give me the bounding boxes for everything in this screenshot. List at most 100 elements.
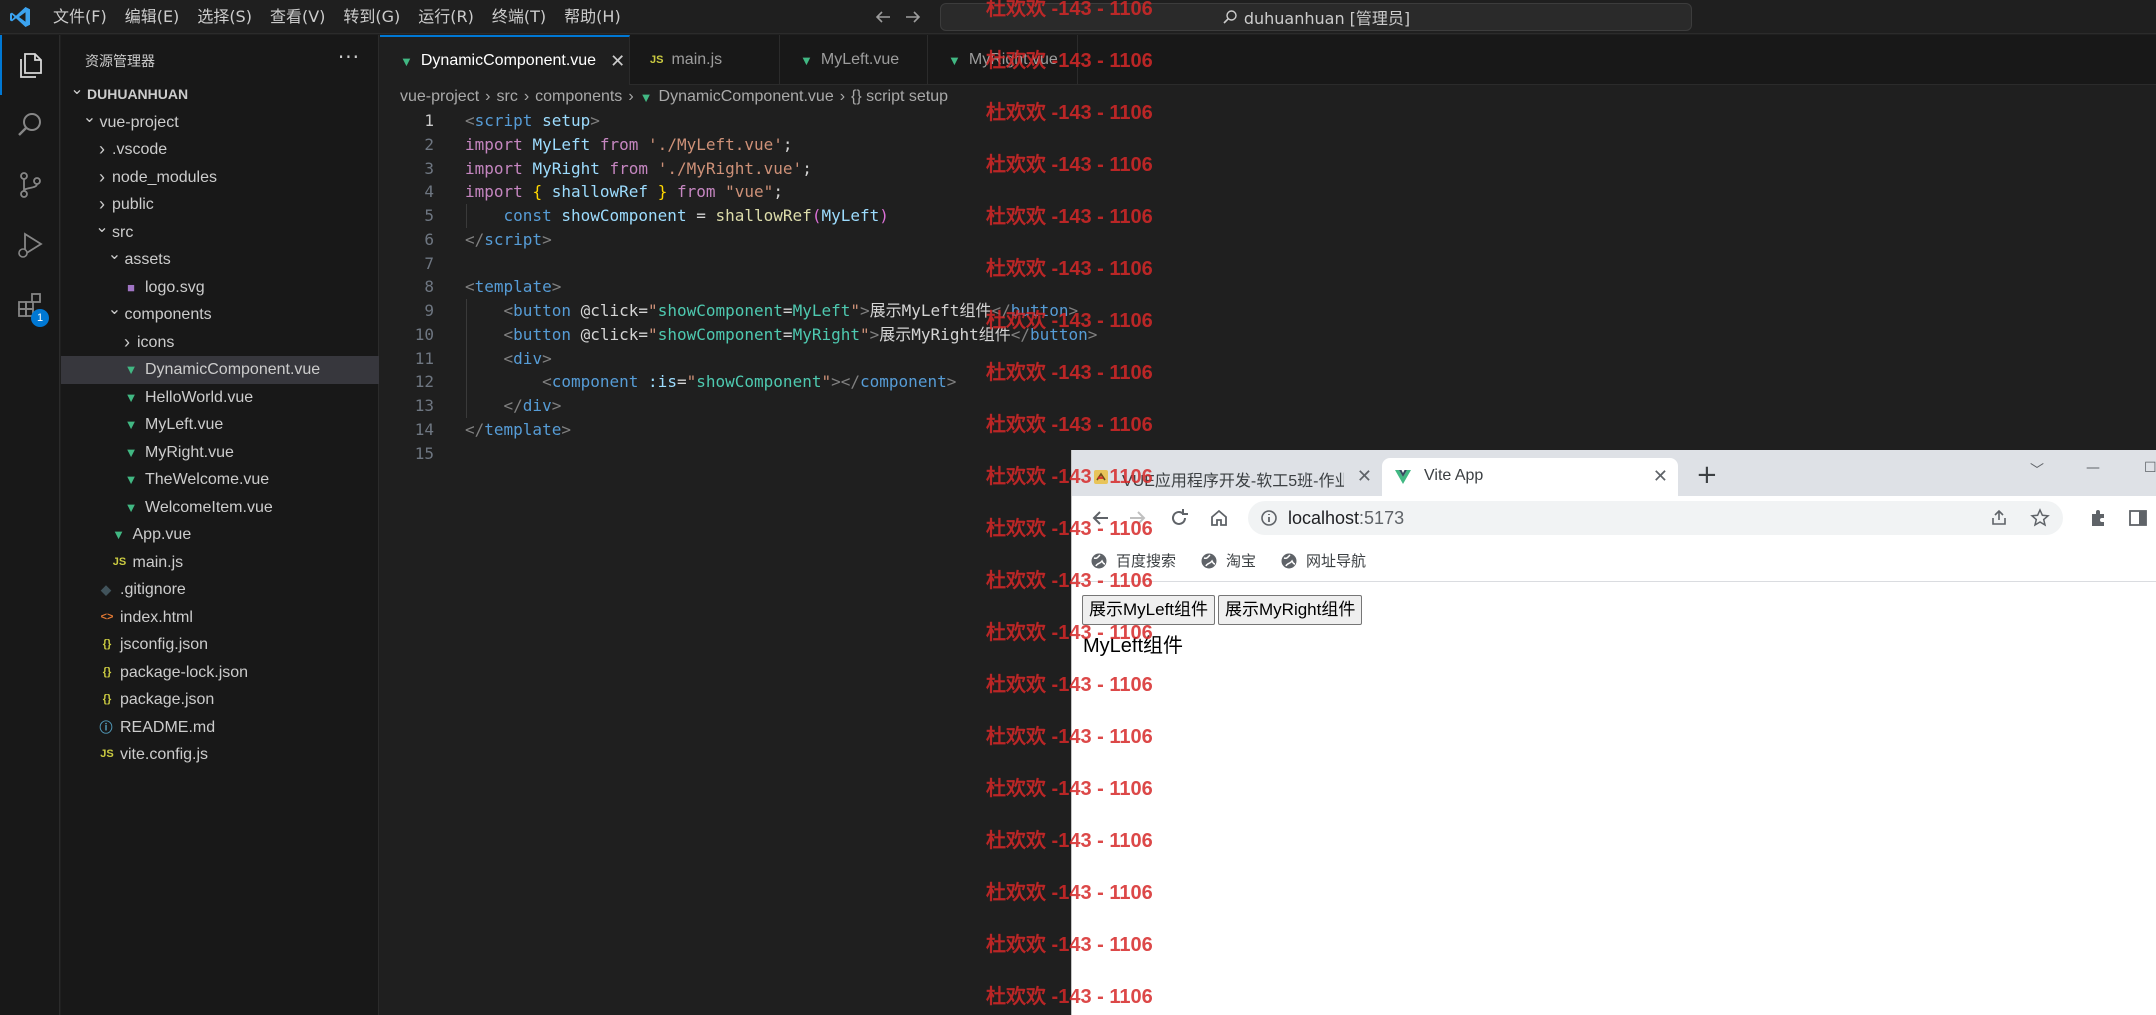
tree-item-welcomeitem-vue[interactable]: ▼ WelcomeItem.vue [61,494,379,522]
menu-item[interactable]: 文件(F) [44,0,116,34]
line-source: <component :is="showComponent"></compone… [542,372,957,392]
bookmark-1[interactable]: 淘宝 [1200,550,1256,571]
share-icon[interactable] [1990,509,2008,527]
maximize-icon[interactable]: ☐ [2144,460,2156,476]
extensions-icon[interactable]: 1 [0,275,60,335]
tree-item-index-html[interactable]: <> index.html [61,604,379,632]
menu-item[interactable]: 终端(T) [483,0,555,34]
back-arrow-icon[interactable] [872,6,894,28]
indent-guide [466,370,467,394]
command-center-search[interactable]: duhuanhuan [管理员] [940,3,1692,31]
tree-item-label: HelloWorld.vue [145,388,254,406]
menu-item[interactable]: 选择(S) [188,0,261,34]
menu-item[interactable]: 帮助(H) [555,0,630,34]
tree-item-helloworld-vue[interactable]: ▼ HelloWorld.vue [61,384,379,412]
reload-icon[interactable] [1168,507,1190,529]
browser-tab-assignment[interactable]: VUE应用程序开发-软工5班-作业 ✕ [1080,458,1382,496]
tree-item-app-vue[interactable]: ▼ App.vue [61,521,379,549]
tab-label: main.js [671,51,723,68]
tab-myright-vue[interactable]: ▼ MyRight.vue [928,35,1078,85]
back-icon[interactable] [1090,507,1112,529]
vue-file-icon: ▼ [948,52,961,68]
tree-item-assets[interactable]: ⌄ assets [61,246,379,274]
chevron-right-icon: › [523,88,530,105]
chevron-right-icon: › [124,331,130,352]
menu-item[interactable]: 转到(G) [334,0,409,34]
extensions-puzzle-icon[interactable] [2088,508,2108,528]
line-source: <div> [503,348,552,368]
bookmark-2[interactable]: 网址导航 [1280,550,1366,571]
breadcrumb-file[interactable]: DynamicComponent.vue [659,88,834,106]
tree-item-node-modules[interactable]: › node_modules [61,164,379,192]
line-number: 11 [414,348,434,368]
tab-myleft-vue[interactable]: ▼ MyLeft.vue [780,35,928,85]
tab-dynamiccomponent-vue[interactable]: ▼ DynamicComponent.vue ✕ [380,35,630,85]
tree-item-gitignore[interactable]: ◆ .gitignore [61,576,379,604]
breadcrumb-src[interactable]: src [496,88,517,106]
vue-file-icon: ▼ [124,499,138,515]
tree-item-label: icons [137,333,175,351]
doc-icon [1092,468,1110,486]
line-number: 12 [414,372,434,392]
tree-item-package-lock-json[interactable]: {} package-lock.json [61,659,379,687]
tree-item-label: App.vue [132,526,192,543]
bookmark-0[interactable]: 百度搜索 [1090,550,1176,571]
browser-window: VUE应用程序开发-软工5班-作业 ✕ Vite App ✕ + ﹀ — ☐ loca… [1071,450,2156,1015]
file-tree: ⌄ DUHUANHUAN ⌄ vue-project › .vscode › node_mod… [61,81,379,769]
tree-item-label: vite.config.js [120,746,209,763]
tree-item-package-json[interactable]: {} package.json [61,686,379,714]
new-tab-button[interactable]: + [1696,462,1718,488]
tree-item-components[interactable]: ⌄ components [61,301,379,329]
breadcrumb-components[interactable]: components [535,88,622,106]
tree-item-duhuanhuan[interactable]: ⌄ DUHUANHUAN [61,81,379,109]
close-icon[interactable]: ✕ [1357,466,1372,487]
side-panel-icon[interactable] [2128,508,2148,528]
breadcrumb-project[interactable]: vue-project [400,88,479,106]
menu-item[interactable]: 查看(V) [261,0,334,34]
show-myright-button[interactable]: 展示MyRight组件 [1218,595,1363,625]
close-icon[interactable]: ✕ [1653,466,1668,487]
tree-item-thewelcome-vue[interactable]: ▼ TheWelcome.vue [61,466,379,494]
tree-item-dynamiccomponent-vue[interactable]: ▼ DynamicComponent.vue [61,356,379,384]
browser-tab-vite-app[interactable]: Vite App ✕ [1382,458,1678,496]
globe-icon [1091,553,1107,568]
source-control-icon[interactable] [0,155,60,215]
tree-item-myleft-vue[interactable]: ▼ MyLeft.vue [61,411,379,439]
tree-item-vite-config-js[interactable]: JS vite.config.js [61,741,379,769]
close-icon[interactable]: ✕ [610,51,625,72]
run-debug-icon[interactable] [0,215,60,275]
star-icon[interactable] [2030,508,2050,528]
tab-label: MyRight.vue [968,51,1058,68]
chevron-down-icon[interactable]: ﹀ [2030,460,2044,480]
forward-arrow-icon[interactable] [902,6,924,28]
menu-item[interactable]: 运行(R) [409,0,483,34]
tree-item-jsconfig-json[interactable]: {} jsconfig.json [61,631,379,659]
tree-item-label: DynamicComponent.vue [145,361,321,378]
forward-icon[interactable] [1126,507,1148,529]
show-myleft-button[interactable]: 展示MyLeft组件 [1082,595,1216,625]
info-icon[interactable] [1260,509,1278,527]
tree-item-icons[interactable]: › icons [61,329,379,357]
tree-item-vue-project[interactable]: ⌄ vue-project [61,109,379,137]
svg-file-icon: ■ [127,279,135,295]
tree-item-label: node_modules [112,168,217,186]
tree-item-label: public [112,196,154,213]
tab-main-js[interactable]: JS main.js [630,35,780,85]
command-center-text: duhuanhuan [管理员] [1243,9,1411,28]
line-source: import { shallowRef } from "vue"; [465,182,783,202]
tree-item-myright-vue[interactable]: ▼ MyRight.vue [61,439,379,467]
search-icon[interactable] [0,95,60,155]
address-bar[interactable]: localhost:5173 [1248,501,2063,535]
menu-item[interactable]: 编辑(E) [116,0,189,34]
explorer-icon[interactable] [0,35,60,95]
activity-bar: 1 [0,35,60,1015]
line-source: const showComponent = shallowRef(MyLeft) [503,206,889,225]
more-actions-icon[interactable]: ··· [338,45,360,69]
home-icon[interactable] [1208,507,1230,529]
tree-item-readme-md[interactable]: ⓘ README.md [61,714,379,742]
tree-item-main-js[interactable]: JS main.js [61,549,379,577]
vue-file-icon: ▼ [124,472,138,487]
breadcrumb-symbol[interactable]: {} script setup [851,88,948,106]
minimize-icon[interactable]: — [2086,460,2100,476]
tree-item-vscode[interactable]: › .vscode [61,136,379,164]
